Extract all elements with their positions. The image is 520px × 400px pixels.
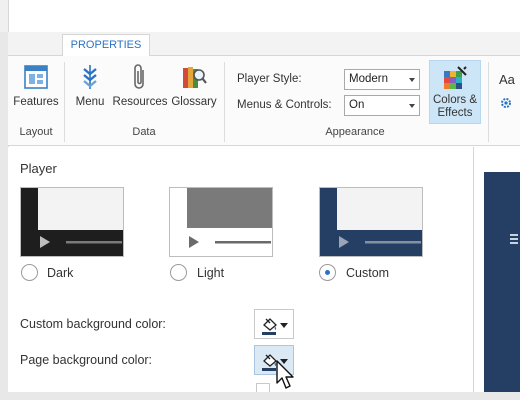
features-label: Features [13,96,59,108]
page-background-color-label: Page background color: [20,353,153,367]
preview-player-edge [484,172,520,392]
glossary-label: Glossary [171,96,217,108]
menus-controls-value: On [349,99,365,111]
ribbon-tab-strip: PROPERTIES [8,32,520,57]
player-style-value: Modern [349,73,388,85]
menu-icon [76,62,104,92]
features-icon [22,62,50,92]
resources-label: Resources [112,96,168,108]
chevron-down-icon [409,104,415,108]
menus-controls-label: Menus & Controls: [237,99,332,111]
radio-custom[interactable] [319,264,336,281]
menu-button[interactable]: Menu [70,62,110,108]
player-style-label: Player Style: [237,73,302,85]
resources-button[interactable]: Resources [112,62,168,108]
gear-icon[interactable] [499,96,513,115]
menu-label: Menu [75,96,105,108]
group-appearance-label: Appearance [325,126,385,138]
glossary-button[interactable]: Glossary [170,62,218,108]
group-separator [64,62,65,142]
color-dropdown-edge [256,383,270,392]
glossary-icon [180,62,208,92]
chevron-down-icon [409,78,415,82]
paperclip-icon [126,62,154,92]
player-style-dropdown[interactable]: Modern [344,69,420,90]
player-properties-panel: Player Dark Light Custom Custom backgrou… [8,147,474,392]
custom-background-color-picker[interactable] [254,309,294,339]
custom-background-color-label: Custom background color: [20,317,166,331]
menus-controls-dropdown[interactable]: On [344,95,420,116]
tab-properties[interactable]: PROPERTIES [62,34,150,57]
group-separator [224,62,225,142]
features-button[interactable]: Features [12,62,60,108]
color-palette-icon [442,65,468,91]
paint-bucket-icon [260,315,280,340]
label-custom: Custom [346,266,390,280]
label-light: Light [197,266,225,280]
section-title-player: Player [20,161,57,176]
theme-fonts-cutoff-label[interactable]: Aa [499,72,515,87]
group-separator [488,62,489,142]
label-dark: Dark [47,266,74,280]
radio-light[interactable] [170,264,187,281]
colors-effects-label-2: Effects [437,107,473,119]
player-thumb-custom[interactable] [319,187,423,257]
ribbon: Features Layout Menu Resources Glossary … [8,56,520,146]
colors-effects-label-1: Colors & [432,94,478,106]
mouse-cursor-icon [275,359,297,396]
colors-effects-button[interactable]: Colors & Effects [429,60,481,124]
radio-dark[interactable] [21,264,38,281]
player-thumb-light[interactable] [169,187,273,257]
chevron-down-icon [280,323,288,328]
player-thumb-dark[interactable] [20,187,124,257]
menu-lines-icon [510,232,518,244]
group-layout-label: Layout [19,126,53,138]
bottom-border [0,392,520,400]
group-data-label: Data [132,126,156,138]
